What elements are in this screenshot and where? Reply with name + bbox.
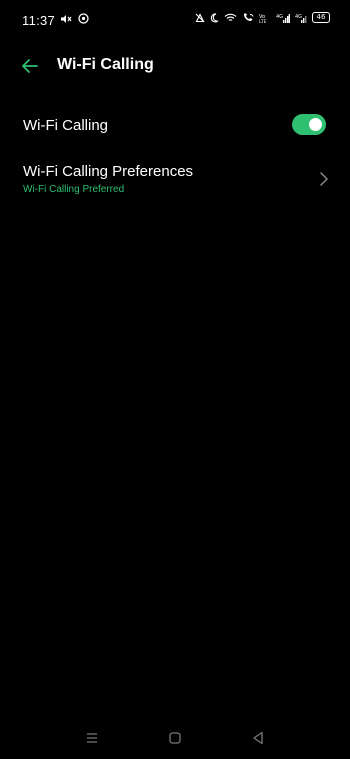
battery-indicator: 46 — [312, 12, 330, 23]
wifi-calling-preferences-value: Wi-Fi Calling Preferred — [23, 184, 125, 195]
signal-icon: 4G — [276, 13, 290, 23]
nav-home-button[interactable] — [165, 728, 185, 748]
status-left-icons — [60, 13, 89, 24]
chevron-right-icon — [320, 172, 328, 186]
navigation-bar — [0, 720, 350, 756]
home-icon — [169, 732, 181, 744]
status-right-icons: Vo LTE 4G 4G 46 — [195, 12, 330, 23]
nav-menu-button[interactable] — [82, 728, 102, 748]
svg-text:LTE: LTE — [259, 19, 267, 23]
svg-text:4G: 4G — [295, 14, 302, 20]
mute-icon — [60, 14, 72, 24]
status-bar: 11:37 Vo LTE 4G 4G 46 — [0, 0, 350, 40]
wifi-calling-label: Wi-Fi Calling — [23, 117, 109, 134]
back-icon — [253, 731, 263, 745]
svg-text:4G: 4G — [276, 14, 283, 20]
sync-icon — [78, 13, 89, 24]
app-header: Wi-Fi Calling — [0, 46, 350, 86]
nav-back-button[interactable] — [248, 728, 268, 748]
arrow-left-icon — [22, 59, 38, 73]
wifi-call-icon — [242, 12, 254, 23]
menu-icon — [87, 733, 97, 743]
wifi-calling-preferences-row[interactable]: Wi-Fi Calling Preferences Wi-Fi Calling … — [0, 158, 350, 202]
back-button[interactable] — [18, 54, 42, 78]
wifi-calling-preferences-label: Wi-Fi Calling Preferences — [23, 163, 194, 180]
alarm-off-icon — [195, 12, 205, 23]
signal-icon-2: 4G — [295, 13, 307, 23]
wifi-calling-toggle[interactable] — [292, 114, 326, 135]
volte-icon: Vo LTE — [259, 13, 271, 23]
wifi-calling-row: Wi-Fi Calling — [0, 108, 350, 144]
page-title: Wi-Fi Calling — [57, 56, 154, 73]
status-time: 11:37 — [22, 13, 56, 28]
toggle-knob — [309, 118, 322, 131]
moon-icon — [210, 12, 219, 23]
wifi-icon — [224, 13, 237, 23]
